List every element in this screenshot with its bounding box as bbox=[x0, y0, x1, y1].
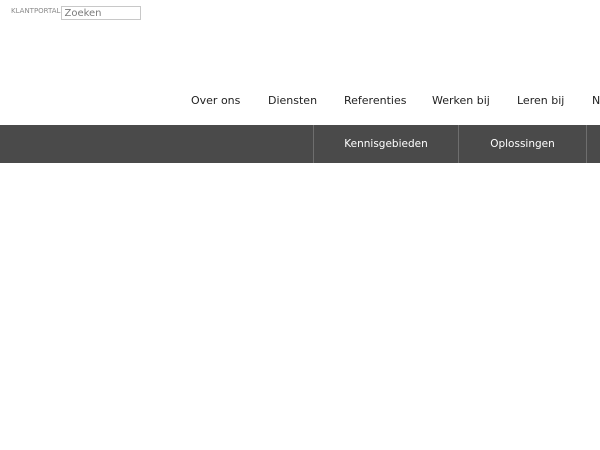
nav-item-leren-bij[interactable]: Leren bij bbox=[517, 94, 564, 107]
top-utility-bar: KLANTPORTAL bbox=[11, 6, 142, 20]
nav-item-werken-bij[interactable]: Werken bij bbox=[432, 94, 490, 107]
nav-item-truncated[interactable]: N bbox=[592, 94, 600, 107]
client-portal-link[interactable]: KLANTPORTAL bbox=[11, 7, 60, 15]
nav-item-over-ons[interactable]: Over ons bbox=[191, 94, 240, 107]
page: KLANTPORTAL Over ons Diensten Referentie… bbox=[0, 0, 600, 450]
sub-nav-divider bbox=[586, 125, 587, 163]
sub-nav-item-kennisgebieden[interactable]: Kennisgebieden bbox=[314, 125, 458, 163]
sub-nav-item-oplossingen[interactable]: Oplossingen bbox=[459, 125, 586, 163]
secondary-navigation-bar: Kennisgebieden Oplossingen bbox=[0, 125, 600, 163]
main-navigation: Over ons Diensten Referenties Werken bij… bbox=[0, 94, 600, 110]
search-input[interactable] bbox=[61, 6, 142, 20]
nav-item-referenties[interactable]: Referenties bbox=[344, 94, 406, 107]
nav-item-diensten[interactable]: Diensten bbox=[268, 94, 317, 107]
